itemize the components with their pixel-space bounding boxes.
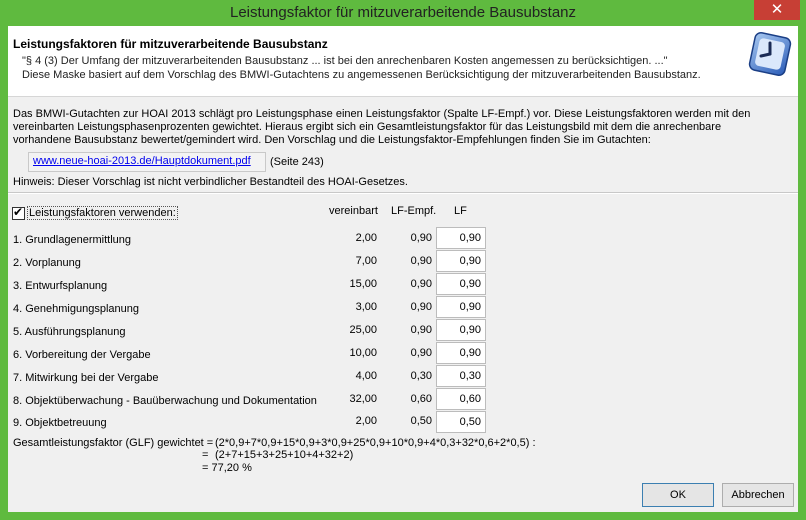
result-label: Gesamtleistungsfaktor (GLF) gewichtet = xyxy=(13,437,214,449)
dialog-window: Leistungsfaktor für mitzuverarbeitende B… xyxy=(0,0,806,520)
recommended-value: 0,60 xyxy=(410,393,432,405)
button-bar: OK Abbrechen xyxy=(8,475,798,512)
lf-input[interactable]: 0,90 xyxy=(436,296,486,318)
phase-label: 2. Vorplanung xyxy=(13,257,81,269)
formula-equals: = xyxy=(202,449,209,461)
agreed-value: 2,00 xyxy=(355,415,377,427)
header-quote: "§ 4 (3) Der Umfang der mitzuverarbeiten… xyxy=(22,55,668,67)
phase-label: 6. Vorbereitung der Vergabe xyxy=(13,349,151,361)
intro-line-3: vorhandene Bausubstanz bewertet/geminder… xyxy=(13,134,651,146)
window-title: Leistungsfaktor für mitzuverarbeitende B… xyxy=(229,4,577,21)
lf-value: 0,90 xyxy=(459,278,481,290)
separator-line xyxy=(8,192,798,194)
lf-input[interactable]: 0,50 xyxy=(436,411,486,433)
document-link-box[interactable]: www.neue-hoai-2013.de/Hauptdokument.pdf xyxy=(28,152,266,172)
agreed-value: 7,00 xyxy=(355,255,377,267)
lf-value: 0,90 xyxy=(459,232,481,244)
note-text: Hinweis: Dieser Vorschlag ist nicht verb… xyxy=(13,176,408,188)
intro-text: Das BMWI-Gutachten zur HOAI 2013 schlägt… xyxy=(13,108,793,147)
document-link[interactable]: www.neue-hoai-2013.de/Hauptdokument.pdf xyxy=(33,155,251,167)
lf-value: 0,90 xyxy=(459,301,481,313)
phase-label: 3. Entwurfsplanung xyxy=(13,280,108,292)
lf-input[interactable]: 0,90 xyxy=(436,227,486,249)
phase-label: 7. Mitwirkung bei der Vergabe xyxy=(13,372,159,384)
lf-value: 0,50 xyxy=(459,416,481,428)
agreed-value: 25,00 xyxy=(349,324,377,336)
agreed-value: 15,00 xyxy=(349,278,377,290)
lf-input[interactable]: 0,90 xyxy=(436,273,486,295)
recommended-value: 0,90 xyxy=(410,301,432,313)
lf-input[interactable]: 0,60 xyxy=(436,388,486,410)
use-factors-checkbox[interactable]: ✔ xyxy=(12,205,25,220)
phase-label: 8. Objektüberwachung - Bauüberwachung un… xyxy=(13,395,317,407)
close-button[interactable]: ✕ xyxy=(754,0,800,20)
page-reference: (Seite 243) xyxy=(270,156,324,168)
ok-button[interactable]: OK xyxy=(642,483,714,507)
checkmark-icon: ✔ xyxy=(13,205,24,219)
recommended-value: 0,30 xyxy=(410,370,432,382)
agreed-value: 10,00 xyxy=(349,347,377,359)
recommended-value: 0,90 xyxy=(410,324,432,336)
lf-input[interactable]: 0,30 xyxy=(436,365,486,387)
cancel-button[interactable]: Abbrechen xyxy=(722,483,794,507)
intro-line-2: vereinbarten Leistungsphasenprozenten ge… xyxy=(13,121,722,133)
lf-input[interactable]: 0,90 xyxy=(436,342,486,364)
intro-line-1: Das BMWI-Gutachten zur HOAI 2013 schlägt… xyxy=(13,108,751,120)
recommended-value: 0,90 xyxy=(410,232,432,244)
result-value: = 77,20 % xyxy=(202,462,252,474)
header-title: Leistungsfaktoren für mitzuverarbeitende… xyxy=(13,37,328,51)
lf-value: 0,30 xyxy=(459,370,481,382)
lf-input[interactable]: 0,90 xyxy=(436,319,486,341)
title-bar[interactable]: Leistungsfaktor für mitzuverarbeitende B… xyxy=(0,0,806,26)
agreed-value: 2,00 xyxy=(355,232,377,244)
agreed-value: 32,00 xyxy=(349,393,377,405)
phase-label: 5. Ausführungsplanung xyxy=(13,326,126,338)
lf-value: 0,60 xyxy=(459,393,481,405)
lf-input[interactable]: 0,90 xyxy=(436,250,486,272)
phase-label: 1. Grundlagenermittlung xyxy=(13,234,132,246)
lf-value: 0,90 xyxy=(459,324,481,336)
use-factors-label[interactable]: Leistungsfaktoren verwenden: xyxy=(27,206,178,220)
header-description: Diese Maske basiert auf dem Vorschlag de… xyxy=(22,69,701,81)
lf-value: 0,90 xyxy=(459,255,481,267)
lf-value: 0,90 xyxy=(459,347,481,359)
recommended-value: 0,50 xyxy=(410,415,432,427)
dialog-client-area: Leistungsfaktoren für mitzuverarbeitende… xyxy=(8,26,798,512)
agreed-value: 3,00 xyxy=(355,301,377,313)
phase-label: 4. Genehmigungsplanung xyxy=(13,303,139,315)
recommended-value: 0,90 xyxy=(410,278,432,290)
column-header-agreed: vereinbart xyxy=(329,205,378,217)
formula-denominator: (2+7+15+3+25+10+4+32+2) xyxy=(215,449,354,461)
formula-numerator: (2*0,9+7*0,9+15*0,9+3*0,9+25*0,9+10*0,9+… xyxy=(215,437,536,449)
phase-label: 9. Objektbetreuung xyxy=(13,417,107,429)
clock-icon xyxy=(748,32,792,76)
recommended-value: 0,90 xyxy=(410,347,432,359)
recommended-value: 0,90 xyxy=(410,255,432,267)
column-header-recommended: LF-Empf. xyxy=(391,205,437,217)
column-header-lf: LF xyxy=(454,205,467,217)
agreed-value: 4,00 xyxy=(355,370,377,382)
header-panel: Leistungsfaktoren für mitzuverarbeitende… xyxy=(8,26,798,97)
